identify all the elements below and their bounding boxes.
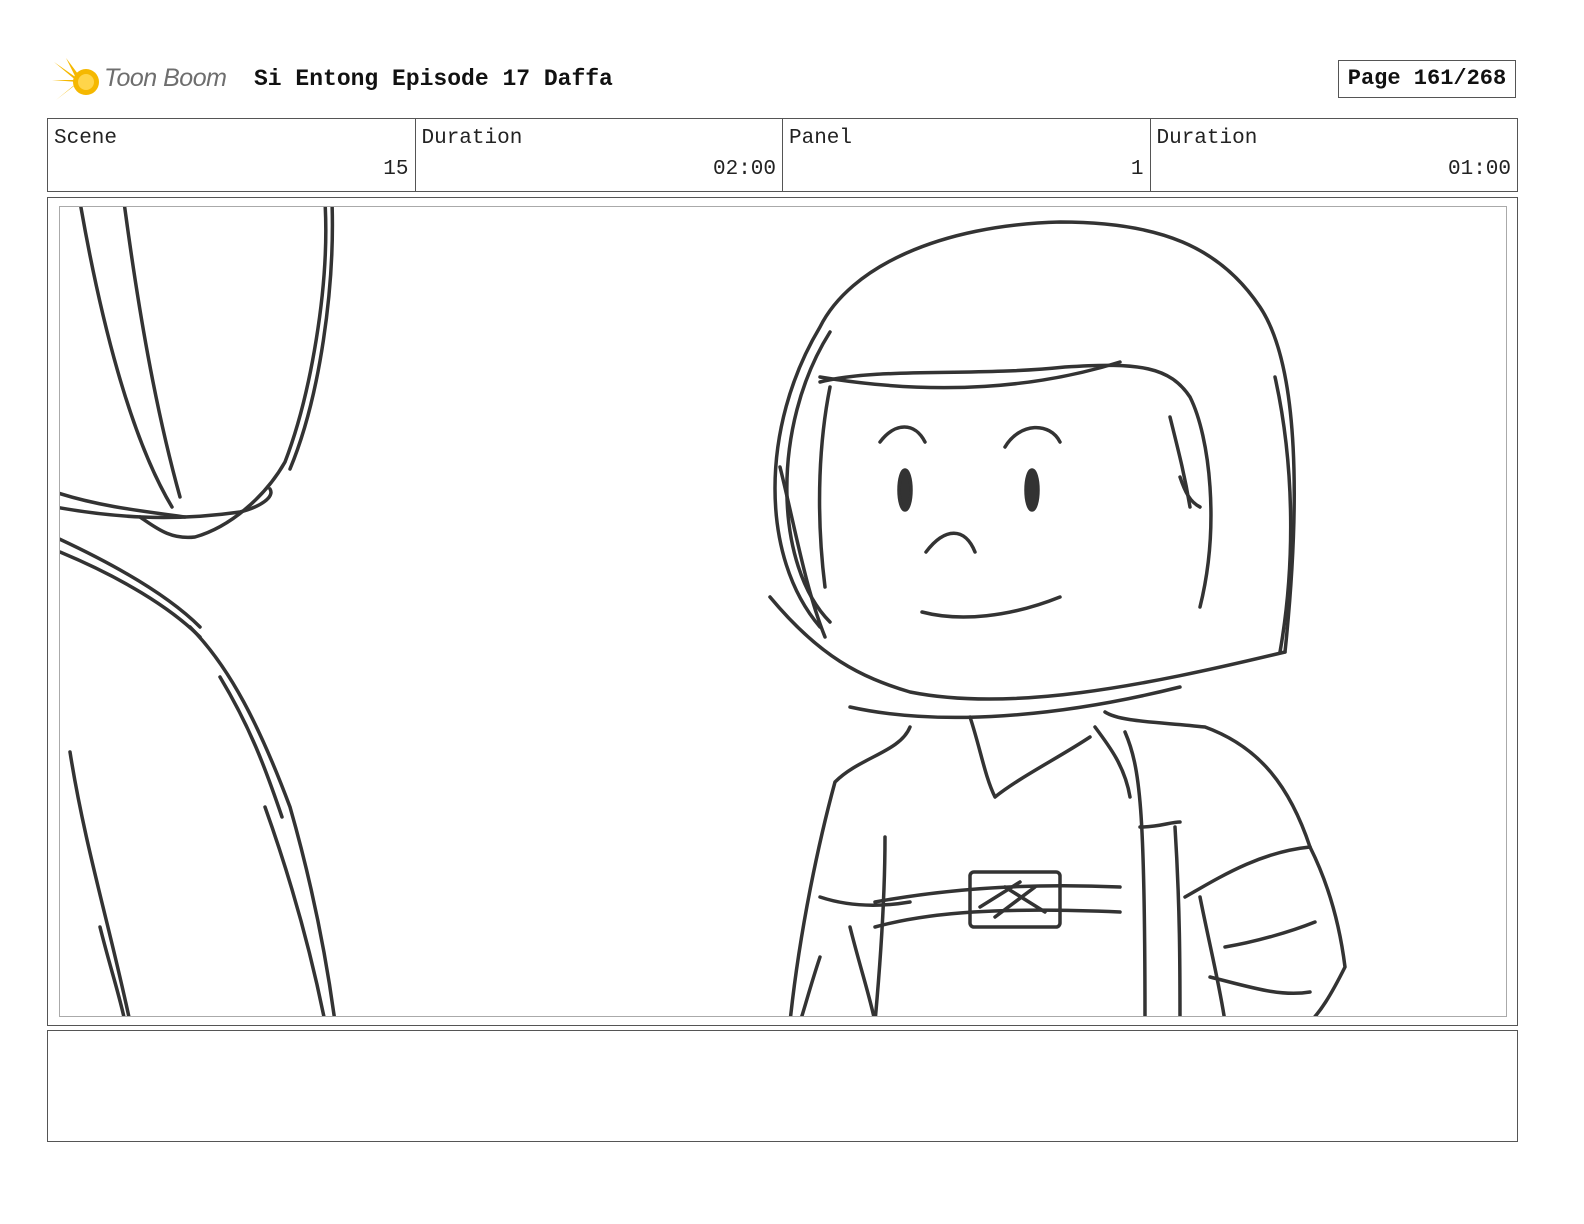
panel-duration-cell: Duration 01:00 bbox=[1151, 119, 1518, 191]
face-sketch bbox=[878, 425, 1062, 619]
panel-duration-label: Duration bbox=[1156, 127, 1258, 150]
star-burst-icon bbox=[52, 58, 99, 100]
panel-value: 1 bbox=[1130, 158, 1144, 181]
scene-duration-cell: Duration 02:00 bbox=[416, 119, 783, 191]
scene-info-table: Scene 15 Duration 02:00 Panel 1 Duration… bbox=[47, 118, 1518, 192]
page-indicator: Page 161/268 bbox=[1338, 60, 1516, 98]
scene-cell: Scene 15 bbox=[48, 119, 416, 191]
logo-text: Toon Boom bbox=[104, 64, 227, 92]
panel-drawing-area bbox=[59, 206, 1507, 1017]
panel-notes-box bbox=[47, 1030, 1518, 1142]
storyboard-sketch bbox=[60, 207, 1347, 1016]
toon-boom-logo: Toon Boom bbox=[52, 56, 242, 108]
panel-frame bbox=[47, 197, 1518, 1026]
panel-duration-value: 01:00 bbox=[1447, 158, 1511, 181]
panel-cell: Panel 1 bbox=[783, 119, 1151, 191]
scene-value: 15 bbox=[383, 158, 409, 181]
document-title: Si Entong Episode 17 Daffa bbox=[254, 66, 613, 92]
scene-label: Scene bbox=[54, 127, 118, 150]
scene-duration-value: 02:00 bbox=[712, 158, 776, 181]
scene-duration-label: Duration bbox=[421, 127, 523, 150]
foreground-arm-sketch bbox=[60, 207, 336, 1016]
body-sketch bbox=[788, 710, 1347, 1016]
panel-label: Panel bbox=[789, 127, 853, 150]
